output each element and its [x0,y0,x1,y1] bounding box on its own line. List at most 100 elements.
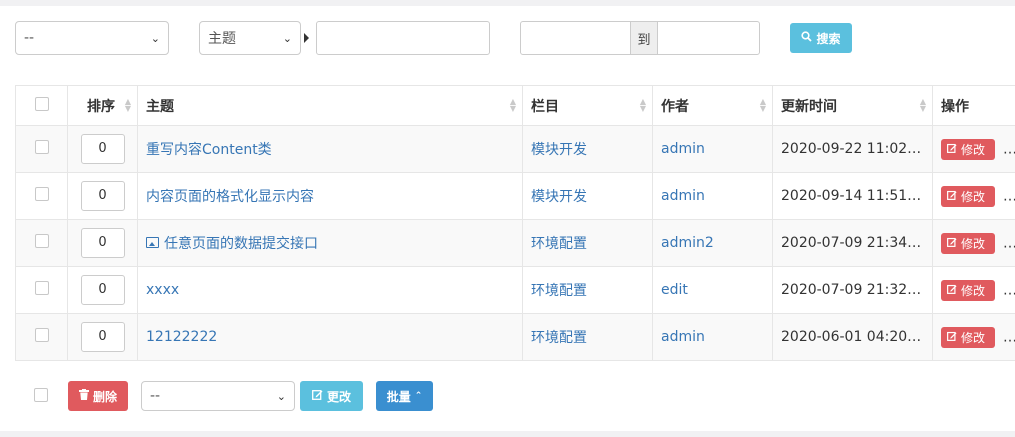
row-select-cell [15,266,68,314]
title-link[interactable]: xxxx [146,282,179,298]
order-input[interactable]: 0 [80,134,125,164]
date-to-input[interactable] [657,21,760,55]
actions-cell: 修改 [932,125,1015,173]
header-author-label: 作者 [661,98,689,115]
title-link[interactable]: 重写内容Content类 [146,142,272,158]
order-input[interactable]: 0 [80,228,125,258]
category-select-value: -- [24,30,35,46]
sort-icon: ▲ ▼ [509,97,516,113]
batch-button-label: 批量 [386,389,411,404]
edit-button[interactable]: 修改 [941,279,995,301]
author-link[interactable]: admin [661,329,705,345]
title-cell: 任意页面的数据提交接口 [137,219,523,267]
header-actions-label: 操作 [941,98,969,115]
edit-button-label: 修改 [961,330,986,345]
table-row: 0 重写内容Content类 模块开发 admin 2020-09-22 11:02:2… [15,125,1015,173]
row-checkbox[interactable] [34,140,49,154]
header-title[interactable]: 主题 ▲ ▼ [137,85,523,126]
action-select-value: -- [150,388,161,404]
caret-up-icon: ⌃ [414,391,423,401]
author-link[interactable]: admin2 [661,235,714,251]
table-row: 0 任意页面的数据提交接口 环境配置 admin2 2020-07-09 21:34:0… [15,219,1015,267]
column-link[interactable]: 环境配置 [531,330,587,346]
order-input[interactable]: 0 [80,322,125,352]
header-author[interactable]: 作者 ▲ ▼ [652,85,773,126]
edit-icon [947,331,957,344]
search-button[interactable]: 搜索 [790,23,852,53]
actions-cell: 修改 [932,313,1015,361]
header-order-label: 排序 [87,98,115,115]
delete-button[interactable]: 删除 [68,381,128,411]
header-column[interactable]: 栏目 ▲ ▼ [522,85,653,126]
edit-button[interactable]: 修改 [941,138,995,160]
author-link[interactable]: admin [661,188,705,204]
column-cell: 环境配置 [522,266,653,314]
edit-button[interactable]: 修改 [941,232,995,254]
edit-button[interactable]: 修改 [941,185,995,207]
column-cell: 模块开发 [522,125,653,173]
table-header-row: 排序 ▲ ▼ 主题 ▲ ▼ 栏目 ▲ ▼ 作者 ▲ ▼ 更新时间 ▲ ▼ 操作 [15,85,1015,126]
row-select-cell [15,172,68,220]
date-from-input[interactable] [520,21,631,55]
caret-right-icon [304,33,309,43]
title-link[interactable]: 12122222 [146,329,217,345]
header-updated-label: 更新时间 [781,98,837,115]
column-link[interactable]: 环境配置 [531,283,587,299]
author-link[interactable]: edit [661,282,688,298]
footer-select-checkbox[interactable] [34,388,48,402]
batch-button[interactable]: 批量 ⌃ [376,381,433,411]
title-cell: xxxx [137,266,523,314]
row-checkbox[interactable] [34,187,49,201]
updated-time: 2020-07-09 21:32:... [781,282,926,298]
sort-icon: ▲ ▼ [759,97,766,113]
select-all-checkbox[interactable] [34,96,49,111]
updated-time: 2020-07-09 21:34:01 [781,235,930,251]
header-title-label: 主题 [146,98,174,115]
row-select-cell [15,219,68,267]
updated-cell: 2020-09-22 11:02:22 [772,125,933,173]
column-link[interactable]: 模块开发 [531,142,587,158]
updated-time: 2020-09-22 11:02:22 [781,141,930,157]
edit-icon [947,237,957,250]
updated-cell: 2020-07-09 21:34:01 [772,219,933,267]
change-button-label: 更改 [326,389,351,404]
order-cell: 0 [67,266,138,314]
chevron-down-icon: ⌄ [282,31,292,45]
actions-cell: 修改 [932,172,1015,220]
row-checkbox[interactable] [34,234,49,248]
image-icon [146,236,159,248]
action-select[interactable]: -- ⌄ [141,381,295,411]
header-column-label: 栏目 [531,98,559,115]
title-link[interactable]: 任意页面的数据提交接口 [164,236,318,252]
actions-cell: 修改 [932,219,1015,267]
updated-time: 2020-09-14 11:51:30 [781,188,930,204]
column-link[interactable]: 环境配置 [531,236,587,252]
keyword-input[interactable] [316,21,490,55]
row-checkbox[interactable] [34,281,49,295]
sort-icon: ▲ ▼ [124,97,131,113]
order-input[interactable]: 0 [80,181,125,211]
table-row: 0 xxxx 环境配置 edit 2020-07-09 21:32:... 修改 [15,266,1015,314]
row-checkbox[interactable] [34,328,49,342]
change-button[interactable]: 更改 [300,381,363,411]
delete-button-label: 删除 [92,389,117,404]
column-cell: 模块开发 [522,172,653,220]
field-select[interactable]: 主题 ⌄ [199,21,301,55]
order-input[interactable]: 0 [80,275,125,305]
order-cell: 0 [67,125,138,173]
header-updated[interactable]: 更新时间 ▲ ▼ [772,85,933,126]
select-all-cell [15,85,68,126]
category-select[interactable]: -- ⌄ [15,21,169,55]
title-link[interactable]: 内容页面的格式化显示内容 [146,189,314,205]
order-cell: 0 [67,313,138,361]
trash-icon [78,389,89,403]
header-order[interactable]: 排序 ▲ ▼ [67,85,138,126]
edit-button[interactable]: 修改 [941,326,995,348]
column-cell: 环境配置 [522,313,653,361]
author-cell: admin2 [652,219,773,267]
chevron-down-icon: ⌄ [150,31,160,45]
author-link[interactable]: admin [661,141,705,157]
column-link[interactable]: 模块开发 [531,189,587,205]
edit-icon [312,389,323,403]
updated-cell: 2020-06-01 04:20:41 [772,313,933,361]
